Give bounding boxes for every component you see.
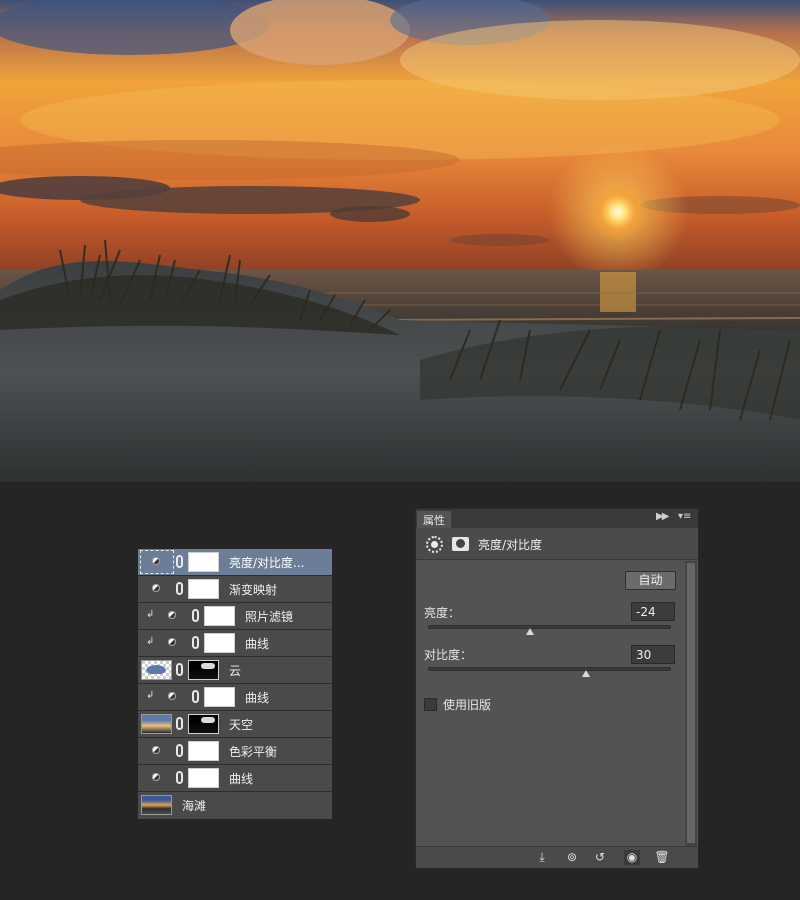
scrollbar-thumb[interactable] <box>687 563 695 843</box>
layer-mask-icon[interactable] <box>452 537 469 551</box>
clipping-arrow-icon: ↲ <box>146 690 155 701</box>
layers-panel: 亮度/对比度... 渐变映射 ↲ 照片滤镜 ↲ 曲线 云 ↲ 曲线 天空 色彩平… <box>138 549 332 819</box>
layer-mask-thumbnail[interactable] <box>188 552 219 572</box>
layer-visibility-eye-icon[interactable] <box>166 690 178 702</box>
view-previous-state-icon[interactable]: ⊚ <box>564 850 580 865</box>
reset-icon[interactable]: ↺ <box>592 850 608 865</box>
mask-link-chain-icon[interactable] <box>176 744 183 757</box>
layer-name[interactable]: 照片滤镜 <box>245 608 293 625</box>
contrast-label: 对比度： <box>424 648 473 662</box>
layer-row-curves-1[interactable]: ↲ 曲线 <box>138 630 332 657</box>
layer-image-thumbnail[interactable] <box>141 660 172 680</box>
layer-row-brightness-contrast[interactable]: 亮度/对比度... <box>138 549 332 576</box>
layer-row-gradient-map[interactable]: 渐变映射 <box>138 576 332 603</box>
layer-name[interactable]: 亮度/对比度... <box>229 554 305 571</box>
panel-menu-icon[interactable]: ▾≡ <box>678 511 691 522</box>
delete-trash-icon[interactable]: 🗑 <box>654 850 670 865</box>
layer-row-curves-2[interactable]: ↲ 曲线 <box>138 684 332 711</box>
layer-name[interactable]: 海滩 <box>182 797 206 814</box>
panel-footer: ⤓ ⊚ ↺ ◉ 🗑 <box>416 846 698 868</box>
brightness-sun-icon[interactable] <box>426 536 443 553</box>
contrast-slider-thumb[interactable] <box>581 670 590 677</box>
layer-mask-thumbnail[interactable] <box>188 660 219 680</box>
panel-scrollbar[interactable] <box>685 561 697 846</box>
layer-row-photo-filter[interactable]: ↲ 照片滤镜 <box>138 603 332 630</box>
layer-visibility-eye-icon[interactable] <box>166 636 178 648</box>
mask-link-chain-icon[interactable] <box>192 609 199 622</box>
use-legacy-label: 使用旧版 <box>443 698 492 712</box>
layer-name[interactable]: 渐变映射 <box>229 581 277 598</box>
properties-panel: 属性 ▶▶ ▾≡ 亮度/对比度 自动 亮度： 对比度： 使用旧版 ⤓ ⊚ ↺ ◉… <box>415 508 699 869</box>
layer-mask-thumbnail[interactable] <box>188 579 219 599</box>
layer-visibility-eye-icon[interactable] <box>150 555 162 567</box>
panel-titlebar: 属性 ▶▶ ▾≡ <box>416 509 698 528</box>
layer-row-curves-3[interactable]: 曲线 <box>138 765 332 792</box>
layer-image-thumbnail[interactable] <box>141 795 172 815</box>
layer-mask-thumbnail[interactable] <box>204 633 235 653</box>
layer-name[interactable]: 曲线 <box>229 770 253 787</box>
mask-link-chain-icon[interactable] <box>176 663 183 676</box>
layer-row-sky[interactable]: 天空 <box>138 711 332 738</box>
mask-link-chain-icon[interactable] <box>176 555 183 568</box>
auto-button[interactable]: 自动 <box>625 571 676 590</box>
layer-name[interactable]: 曲线 <box>245 689 269 706</box>
layer-visibility-eye-icon[interactable] <box>150 582 162 594</box>
layer-visibility-eye-icon[interactable] <box>150 744 162 756</box>
contrast-slider-track[interactable] <box>428 667 671 671</box>
adjustment-header: 亮度/对比度 <box>416 528 698 560</box>
layer-visibility-eye-icon[interactable] <box>150 771 162 783</box>
contrast-input[interactable] <box>631 645 675 664</box>
toggle-visibility-eye-icon[interactable]: ◉ <box>624 850 640 865</box>
layer-name[interactable]: 云 <box>229 662 241 679</box>
brightness-slider-track[interactable] <box>428 625 671 629</box>
layer-mask-thumbnail[interactable] <box>188 768 219 788</box>
brightness-label: 亮度： <box>424 606 461 620</box>
photo-canvas <box>0 0 800 482</box>
mask-link-chain-icon[interactable] <box>176 771 183 784</box>
layer-mask-thumbnail[interactable] <box>204 606 235 626</box>
layer-mask-thumbnail[interactable] <box>188 741 219 761</box>
mask-link-chain-icon[interactable] <box>176 582 183 595</box>
use-legacy-checkbox[interactable] <box>424 698 437 711</box>
layer-image-thumbnail[interactable] <box>141 714 172 734</box>
layer-row-cloud[interactable]: 云 <box>138 657 332 684</box>
mask-link-chain-icon[interactable] <box>176 717 183 730</box>
layer-name[interactable]: 天空 <box>229 716 253 733</box>
mask-link-chain-icon[interactable] <box>192 636 199 649</box>
tab-properties[interactable]: 属性 <box>417 511 451 528</box>
layer-name[interactable]: 色彩平衡 <box>229 743 277 760</box>
sunset-beach-photo <box>0 0 800 482</box>
mask-link-chain-icon[interactable] <box>192 690 199 703</box>
adjustment-title: 亮度/对比度 <box>478 538 543 552</box>
clipping-arrow-icon: ↲ <box>146 636 155 647</box>
layer-row-color-balance[interactable]: 色彩平衡 <box>138 738 332 765</box>
layer-row-beach[interactable]: 海滩 <box>138 792 332 819</box>
collapse-panel-icon[interactable]: ▶▶ <box>656 511 669 522</box>
layer-name[interactable]: 曲线 <box>245 635 269 652</box>
brightness-input[interactable] <box>631 602 675 621</box>
clip-to-layer-icon[interactable]: ⤓ <box>534 850 550 865</box>
layer-visibility-eye-icon[interactable] <box>166 609 178 621</box>
brightness-slider-thumb[interactable] <box>526 628 535 635</box>
layer-mask-thumbnail[interactable] <box>188 714 219 734</box>
layer-mask-thumbnail[interactable] <box>204 687 235 707</box>
clipping-arrow-icon: ↲ <box>146 609 155 620</box>
